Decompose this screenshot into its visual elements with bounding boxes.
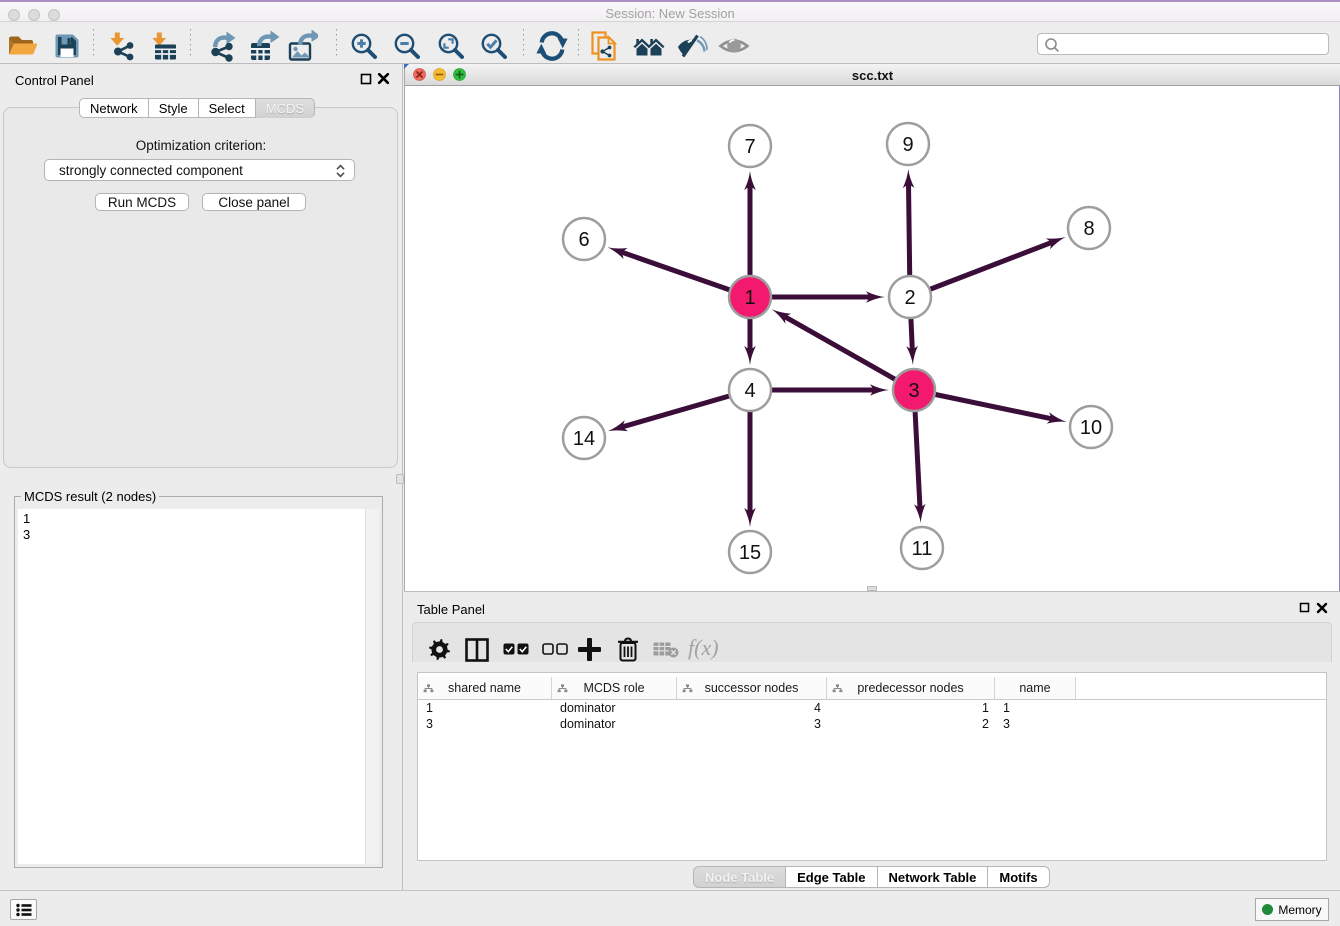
svg-text:4: 4: [744, 380, 755, 402]
svg-text:3: 3: [908, 380, 919, 402]
svg-text:2: 2: [904, 287, 915, 309]
svg-text:9: 9: [902, 134, 913, 156]
svg-text:1: 1: [744, 287, 755, 309]
svg-text:14: 14: [573, 428, 595, 450]
svg-text:6: 6: [578, 229, 589, 251]
svg-text:11: 11: [912, 538, 933, 560]
svg-text:10: 10: [1080, 417, 1102, 439]
svg-text:15: 15: [739, 542, 761, 564]
svg-text:7: 7: [744, 136, 755, 158]
svg-text:8: 8: [1083, 218, 1094, 240]
